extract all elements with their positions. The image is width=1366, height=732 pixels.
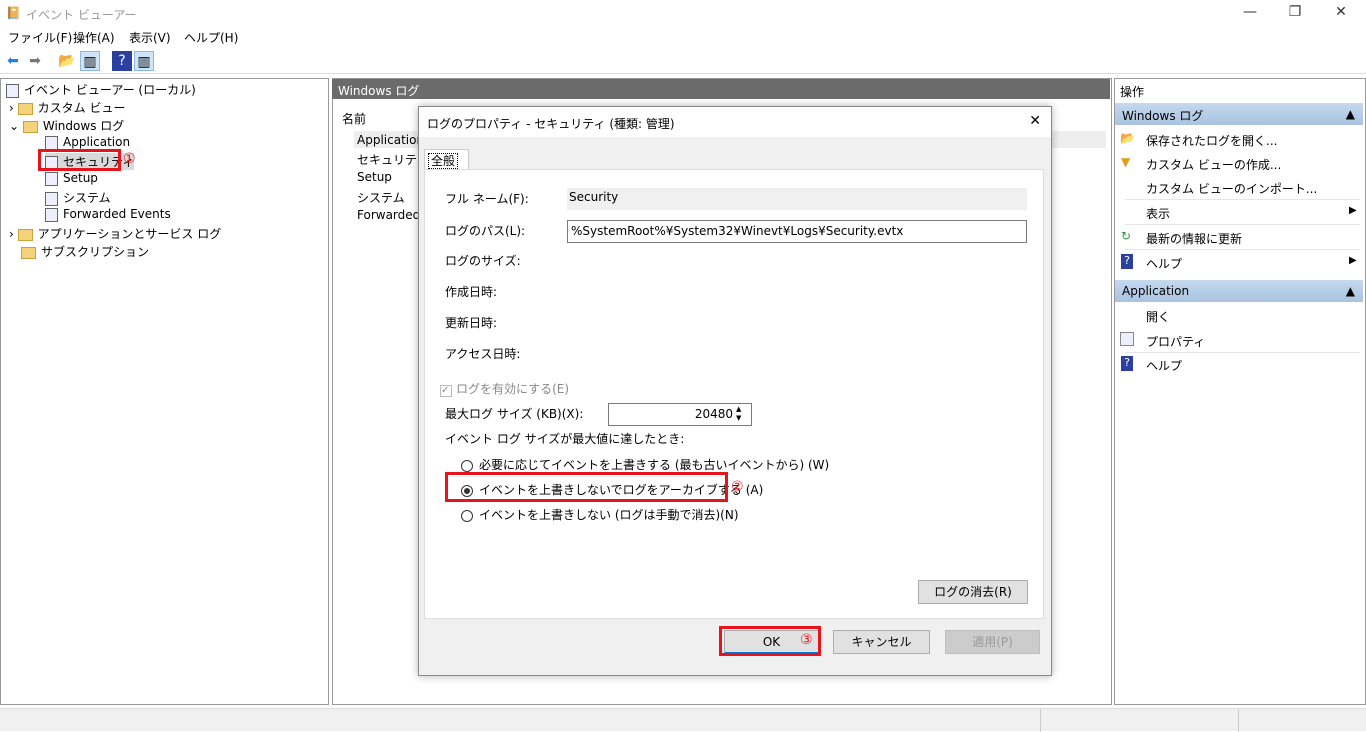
menu-action[interactable]: 操作(A) <box>73 29 115 46</box>
log-icon <box>45 191 58 206</box>
dialog-title: ログのプロパティ - セキュリティ (種類: 管理) <box>427 117 675 131</box>
apply-button[interactable]: 適用(P) <box>945 630 1040 654</box>
general-panel: フル ネーム(F): Security ログのパス(L): %SystemRoo… <box>424 169 1044 619</box>
actions-group-application[interactable]: Application ▲ <box>1115 280 1363 302</box>
actions-header: 操作 <box>1120 85 1145 99</box>
full-name-label: フル ネーム(F): <box>445 192 529 206</box>
list-item[interactable]: Application <box>357 133 424 147</box>
action-import-custom-view[interactable]: カスタム ビューのインポート... <box>1146 180 1317 197</box>
back-icon[interactable]: ⬅ <box>3 51 23 71</box>
middle-pane-header: Windows ログ <box>332 79 1110 99</box>
list-item[interactable]: Setup <box>357 170 392 184</box>
help-icon[interactable]: ? <box>112 51 132 71</box>
folder-icon <box>17 228 33 241</box>
action-view[interactable]: 表示 <box>1146 205 1170 222</box>
when-full-label: イベント ログ サイズが最大値に達したとき: <box>445 432 685 446</box>
radio-overwrite[interactable]: 必要に応じてイベントを上書きする (最も古いイベントから) (W) <box>461 456 829 473</box>
menu-file[interactable]: ファイル(F) <box>8 29 72 46</box>
close-button[interactable]: ✕ <box>1326 4 1356 24</box>
action-properties[interactable]: プロパティ <box>1146 333 1205 350</box>
action-open-saved-log[interactable]: 保存されたログを開く... <box>1146 132 1277 149</box>
dialog-title-bar: ログのプロパティ - セキュリティ (種類: 管理) ✕ <box>419 107 1051 137</box>
tree-item-system[interactable]: システム <box>45 189 111 206</box>
max-size-label: 最大ログ サイズ (KB)(X): <box>445 407 584 421</box>
up-folder-icon[interactable]: 📂 <box>57 51 77 71</box>
folder-icon <box>22 120 38 133</box>
tree-apps-services[interactable]: › アプリケーションとサービス ログ <box>9 225 221 242</box>
menu-bar: ファイル(F) 操作(A) 表示(V) ヘルプ(H) <box>0 28 1366 48</box>
action-refresh[interactable]: 最新の情報に更新 <box>1146 230 1242 247</box>
submenu-arrow-icon: ▶ <box>1349 205 1357 216</box>
open-folder-icon: 📂 <box>1120 131 1135 145</box>
show-action-pane-icon[interactable]: ▥ <box>134 51 154 71</box>
show-tree-icon[interactable]: ▥ <box>80 51 100 71</box>
actions-group-windows-logs[interactable]: Windows ログ ▲ <box>1115 103 1363 125</box>
log-size-label: ログのサイズ: <box>445 254 521 268</box>
action-open[interactable]: 開く <box>1146 308 1170 325</box>
log-icon <box>45 135 58 150</box>
window-title: イベント ビューアー <box>26 8 137 22</box>
event-viewer-icon <box>6 83 19 98</box>
filter-icon: ▼ <box>1121 155 1131 169</box>
maximize-button[interactable]: ❐ <box>1280 4 1310 24</box>
max-size-spinner[interactable]: 20480 <box>608 403 752 426</box>
navigation-tree: イベント ビューアー (ローカル) › カスタム ビュー ⌄ Windows ロ… <box>0 78 329 705</box>
action-create-custom-view[interactable]: カスタム ビューの作成... <box>1146 156 1281 173</box>
help-icon: ? <box>1121 254 1133 269</box>
action-help[interactable]: ヘルプ <box>1146 255 1182 272</box>
collapse-icon: ▲ <box>1345 107 1355 121</box>
app-icon: 📔 <box>6 6 21 20</box>
highlight-box-1 <box>38 149 121 171</box>
tree-item-forwarded-events[interactable]: Forwarded Events <box>45 207 171 222</box>
log-icon <box>45 171 58 186</box>
log-path-field[interactable]: %SystemRoot%¥System32¥Winevt¥Logs¥Securi… <box>567 220 1027 243</box>
spinner-arrows-icon[interactable]: ▲ ▼ <box>736 405 741 423</box>
radio-do-not-overwrite[interactable]: イベントを上書きしない (ログは手動で消去)(N) <box>461 506 739 523</box>
clear-log-button[interactable]: ログの消去(R) <box>918 580 1028 604</box>
checkbox-icon: ✓ <box>440 385 452 397</box>
highlight-box-2 <box>445 472 728 502</box>
tree-custom-view[interactable]: › カスタム ビュー <box>9 99 125 116</box>
tree-subscriptions[interactable]: サブスクリプション <box>21 243 149 260</box>
submenu-arrow-icon: ▶ <box>1349 255 1357 266</box>
toolbar: ⬅ ➡ 📂 ▥ ? ▥ <box>0 48 1366 74</box>
tree-windows-logs[interactable]: ⌄ Windows ログ <box>9 117 124 134</box>
enable-log-checkbox[interactable]: ✓ ログを有効にする(E) <box>440 380 569 397</box>
log-properties-dialog: ログのプロパティ - セキュリティ (種類: 管理) ✕ 全般 フル ネーム(F)… <box>418 106 1052 676</box>
minimize-button[interactable]: — <box>1235 4 1265 24</box>
status-bar <box>0 708 1366 732</box>
created-label: 作成日時: <box>445 285 498 299</box>
list-item[interactable]: システム <box>357 189 405 206</box>
annotation-1: ① <box>123 151 136 167</box>
refresh-icon: ↻ <box>1121 229 1132 243</box>
modified-label: 更新日時: <box>445 316 498 330</box>
help-icon: ? <box>1121 356 1133 371</box>
action-help-application[interactable]: ヘルプ <box>1146 357 1182 374</box>
tab-general[interactable]: 全般 <box>424 149 469 170</box>
tree-item-setup[interactable]: Setup <box>45 171 98 186</box>
dialog-close-button[interactable]: ✕ <box>1029 113 1041 129</box>
full-name-value: Security <box>567 188 1027 210</box>
log-path-label: ログのパス(L): <box>445 224 526 238</box>
tree-root[interactable]: イベント ビューアー (ローカル) <box>6 81 196 98</box>
title-bar: 📔 イベント ビューアー — ❐ ✕ <box>0 0 1366 28</box>
accessed-label: アクセス日時: <box>445 347 521 361</box>
forward-icon[interactable]: ➡ <box>25 51 45 71</box>
annotation-2: ② <box>731 479 744 495</box>
annotation-3: ③ <box>800 632 813 648</box>
properties-icon <box>1120 332 1134 346</box>
log-icon <box>45 207 58 222</box>
cancel-button[interactable]: キャンセル <box>833 630 930 654</box>
collapse-icon: ▲ <box>1345 284 1355 298</box>
subscription-icon <box>21 246 36 259</box>
menu-view[interactable]: 表示(V) <box>129 29 171 46</box>
menu-help[interactable]: ヘルプ(H) <box>184 29 238 46</box>
column-header-name[interactable]: 名前 <box>342 110 366 127</box>
folder-icon <box>17 102 33 115</box>
tree-item-application[interactable]: Application <box>45 135 130 150</box>
